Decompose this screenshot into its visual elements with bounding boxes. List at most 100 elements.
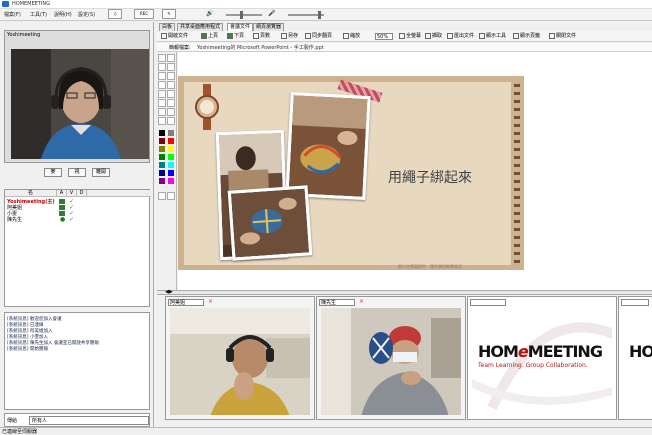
user-list-header-audio[interactable]: A	[57, 190, 67, 197]
color-swatch[interactable]	[159, 154, 165, 160]
record-button[interactable]: REC	[134, 9, 154, 19]
slide-footer: 照片由學員提供 · 僅供課程教學使用	[398, 264, 462, 269]
menu-help[interactable]: 說明(H)	[54, 11, 72, 18]
capture-button[interactable]: 擷取	[425, 32, 442, 41]
show-tools-button[interactable]: 顯示工具	[479, 32, 506, 41]
arrow-tool-icon[interactable]	[167, 108, 175, 116]
menu-settings[interactable]: 設定(S)	[78, 11, 95, 18]
tab-documents[interactable]: 會議文件	[227, 23, 254, 31]
video-tile: 阿美姐 ×	[165, 296, 315, 420]
left-panel: Yoshimeeting 麥 視 離開 名 A V D Yoshimeeting…	[0, 22, 154, 427]
menu-file[interactable]: 檔案(F)	[4, 11, 21, 18]
arrow-left-icon	[201, 32, 207, 39]
user-list-header-name[interactable]: 名	[5, 190, 57, 197]
rect-tool-icon[interactable]	[158, 72, 166, 80]
color-tool-icon[interactable]	[158, 117, 166, 125]
chat-recipient-select[interactable]: 所有人	[29, 416, 149, 425]
color-swatch[interactable]	[168, 170, 174, 176]
close-document-button[interactable]: 關閉文件	[549, 32, 576, 41]
save-icon	[281, 32, 287, 39]
panel-splitter[interactable]: ◀▶	[157, 289, 652, 295]
color-swatch[interactable]	[168, 178, 174, 184]
globe-tool-icon[interactable]	[167, 117, 175, 125]
fill-rect-tool-icon[interactable]	[167, 72, 175, 80]
video-tile-empty: HOM	[618, 296, 652, 420]
ellipse-tool-icon[interactable]	[158, 81, 166, 89]
user-list-header-video[interactable]: V	[67, 190, 77, 197]
user-list-header-doc[interactable]: D	[77, 190, 87, 197]
pointer-tool-icon[interactable]	[167, 54, 175, 62]
video-tile-user-select[interactable]: 陳先生	[319, 299, 355, 306]
close-icon[interactable]: ×	[359, 298, 364, 305]
user-row[interactable]: 陳先生	[7, 217, 22, 223]
video-tile-user-select[interactable]	[470, 299, 506, 306]
color-swatch[interactable]	[168, 146, 174, 152]
color-swatch[interactable]	[168, 130, 174, 136]
menu-bar: 檔案(F) 工具(T) 說明(H) 設定(S) ♫ REC ✎ 🔊 🎤	[0, 9, 652, 21]
line-width-icon[interactable]	[158, 192, 166, 200]
brand-logo: HOM	[629, 342, 652, 361]
mic-volume-slider[interactable]	[288, 11, 324, 19]
sync-page-button[interactable]: 同步翻頁	[305, 32, 332, 41]
color-swatch[interactable]	[159, 178, 165, 184]
pen-tool-icon[interactable]	[158, 90, 166, 98]
chat-input-bar: 傳給 所有人	[4, 413, 150, 427]
text-tool-icon[interactable]	[158, 63, 166, 71]
fill-ellipse-tool-icon[interactable]	[167, 81, 175, 89]
show-tabs-button[interactable]: 顯示頁籤	[513, 32, 540, 41]
video-button[interactable]: 視	[68, 168, 86, 177]
mic-icon[interactable]: ♫	[108, 9, 122, 19]
zoom-select[interactable]: 50%	[375, 33, 393, 40]
self-video-name: Yoshimeeting	[7, 32, 41, 38]
export-button[interactable]: 匯出文件	[447, 32, 474, 41]
color-swatch[interactable]	[159, 130, 165, 136]
save-as-button[interactable]: 另存	[281, 32, 298, 41]
fullscreen-button[interactable]: 全螢幕	[399, 32, 421, 41]
user-list-header-blank	[87, 190, 151, 197]
line-tool-icon[interactable]	[167, 63, 175, 71]
tab-web-browser[interactable]: 網頁瀏覽器	[253, 23, 285, 31]
document-path-value: Yoshimeeting的 Microsoft PowerPoint - 手工製…	[197, 45, 324, 51]
title-bar: HOMEMEETING	[0, 0, 652, 9]
stamp-tool-icon[interactable]	[158, 108, 166, 116]
close-icon[interactable]: ×	[208, 298, 213, 305]
color-swatch[interactable]	[168, 162, 174, 168]
video-tile-user-select[interactable]: 阿美姐	[168, 299, 204, 306]
open-document-button[interactable]: 開啟文件	[161, 32, 188, 41]
next-page-button[interactable]: 下頁	[227, 32, 244, 41]
status-text: 已連線至伺服器	[2, 429, 38, 435]
menu-tools[interactable]: 工具(T)	[30, 11, 47, 18]
collapse-arrow-icon[interactable]: ◀▶	[165, 289, 173, 295]
pen-icon[interactable]: ✎	[162, 9, 176, 19]
close-icon	[549, 32, 555, 39]
marker-tool-icon[interactable]	[167, 90, 175, 98]
window-title: HOMEMEETING	[12, 1, 50, 7]
prev-page-button[interactable]: 上頁	[201, 32, 218, 41]
tab-desktop-share[interactable]: 共享桌面應用程式	[177, 23, 224, 31]
camera-icon	[425, 32, 431, 39]
page-count-button[interactable]: 頁數	[253, 32, 270, 41]
chat-log[interactable]: [系統訊息] 歡迎您加入會議 [系統訊息] 已連線 [系統訊息] 阿美姐加入 […	[4, 312, 150, 410]
video-tile-user-select[interactable]	[621, 299, 649, 306]
line-width-icon[interactable]	[167, 192, 175, 200]
chat-line: [系統訊息] 開始簡報	[7, 347, 48, 352]
speaker-icon: 🔊	[206, 10, 214, 17]
homemeeting-window: { "window": {"title": "HOMEMEETING"}, "m…	[0, 0, 652, 435]
color-swatch[interactable]	[159, 162, 165, 168]
color-swatch[interactable]	[168, 138, 174, 144]
color-swatch[interactable]	[159, 138, 165, 144]
color-swatch[interactable]	[159, 170, 165, 176]
select-tool-icon[interactable]	[158, 54, 166, 62]
color-swatch[interactable]	[168, 154, 174, 160]
highlight-tool-icon[interactable]	[167, 99, 175, 107]
tab-whiteboard[interactable]: 白板	[159, 23, 176, 31]
leave-button[interactable]: 離開	[92, 168, 110, 177]
eraser-tool-icon[interactable]	[158, 99, 166, 107]
status-bar: 已連線至伺服器	[0, 427, 652, 435]
watch-icon	[195, 84, 219, 130]
fullscreen-icon	[399, 32, 405, 39]
speaker-volume-slider[interactable]	[226, 11, 262, 19]
color-swatch[interactable]	[159, 146, 165, 152]
zoom-button[interactable]: 縮放	[343, 32, 360, 41]
mic-button[interactable]: 麥	[44, 168, 62, 177]
